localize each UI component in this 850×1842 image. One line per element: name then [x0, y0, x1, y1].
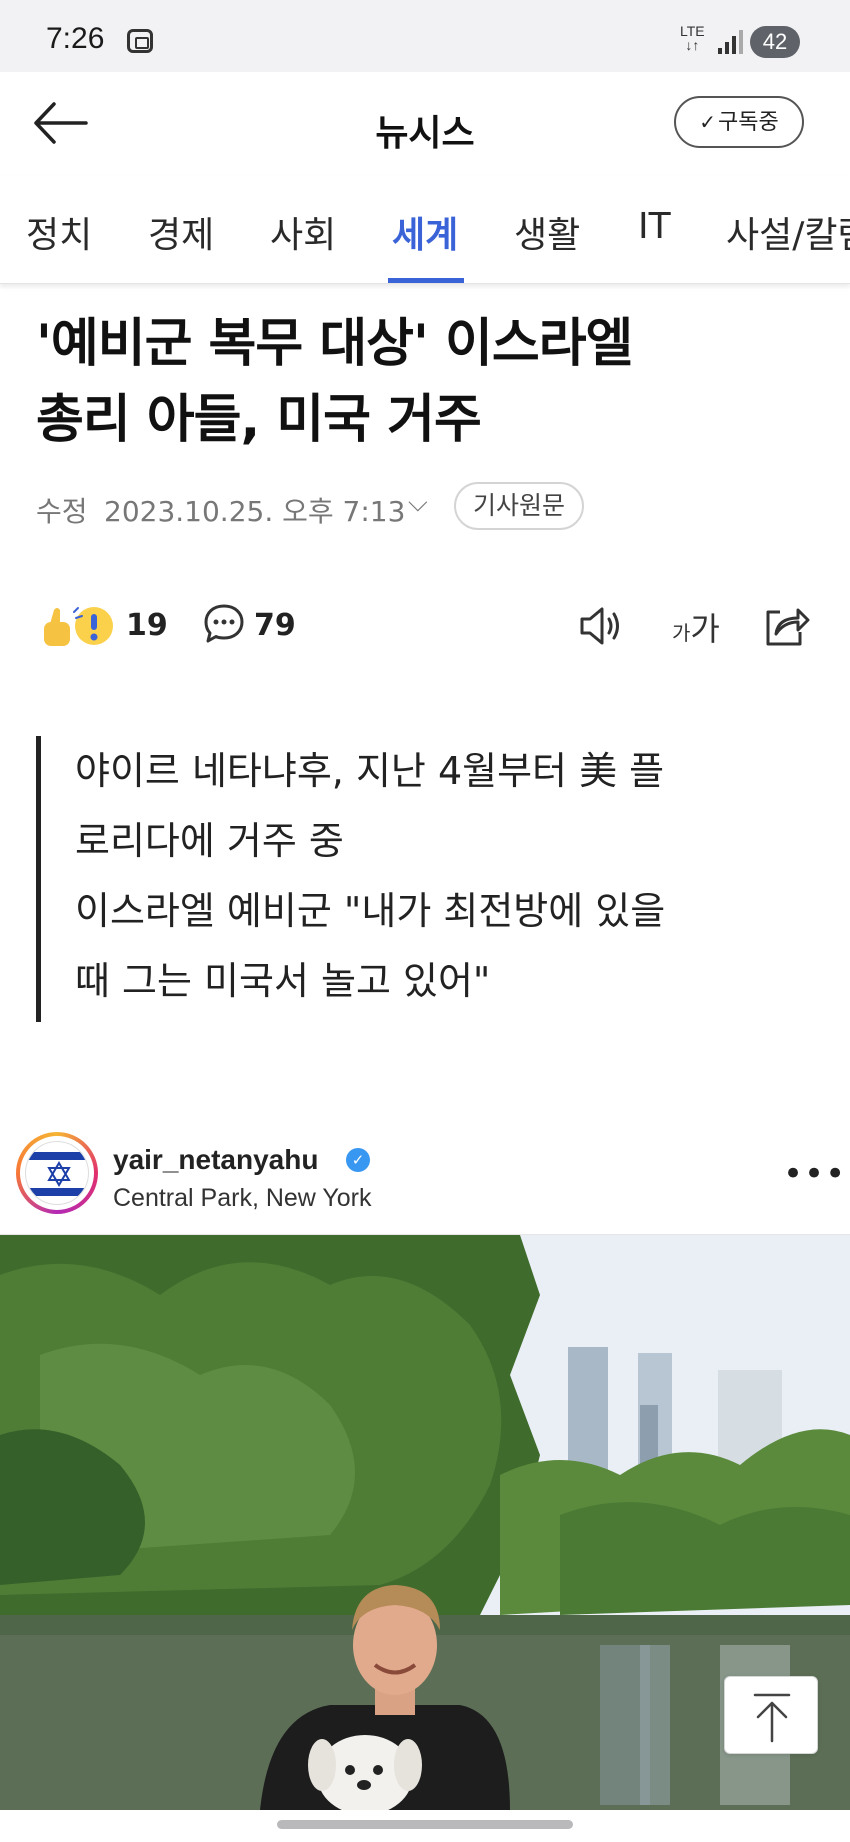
- screen-capture-icon: [127, 29, 153, 53]
- original-article-button[interactable]: 기사원문: [454, 482, 584, 530]
- category-tabs: 정치 경제 사회 세계 생활 IT 사설/칼럼: [0, 176, 850, 284]
- share-icon[interactable]: [762, 602, 810, 648]
- verified-badge-icon: ✓: [346, 1148, 370, 1172]
- tab-politics[interactable]: 정치: [26, 206, 92, 258]
- reaction-emoji-icon[interactable]: [40, 604, 116, 650]
- subscribe-label: 구독중: [718, 110, 779, 135]
- subscribe-button[interactable]: ✓구독중: [674, 96, 804, 148]
- status-time: 7:26: [46, 22, 105, 55]
- instagram-post-header: yair_netanyahu ✓ Central Park, New York …: [0, 1132, 850, 1236]
- tab-world[interactable]: 세계: [392, 206, 458, 258]
- israel-flag-icon: [25, 1141, 89, 1205]
- article-summary: 야이르 네타냐후, 지난 4월부터 美 플 로리다에 거주 중 이스라엘 예비군…: [36, 736, 826, 1022]
- post-location[interactable]: Central Park, New York: [113, 1184, 371, 1213]
- star-of-david-icon: [47, 1161, 71, 1187]
- summary-line: 때 그는 미국서 놀고 있어": [75, 959, 491, 1003]
- app-header: 뉴시스 ✓구독중: [0, 72, 850, 176]
- status-bar: 7:26 LTE ↓↑ 42: [0, 0, 850, 72]
- comment-count: 79: [254, 608, 296, 643]
- tab-society[interactable]: 사회: [270, 206, 336, 258]
- reaction-count: 19: [126, 608, 168, 643]
- check-icon: ✓: [699, 110, 717, 134]
- reaction-toolbar: 19 79 가가: [36, 596, 826, 656]
- active-tab-indicator: [388, 278, 464, 283]
- signal-icon: [718, 28, 744, 54]
- comment-icon[interactable]: [202, 602, 246, 646]
- battery-indicator: 42: [750, 26, 800, 58]
- article-meta: 수정 2023.10.25. 오후 7:13 ⌵ 기사원문: [36, 482, 816, 532]
- avatar[interactable]: [16, 1132, 98, 1214]
- headline-line: '예비군 복무 대상' 이스라엘: [36, 314, 633, 374]
- summary-line: 야이르 네타냐후, 지난 4월부터 美 플: [75, 749, 665, 793]
- park-photo: [0, 1235, 850, 1810]
- tab-economy[interactable]: 경제: [148, 206, 214, 258]
- tab-life[interactable]: 생활: [514, 206, 580, 258]
- modified-label: 수정: [36, 495, 88, 528]
- speaker-icon[interactable]: [578, 604, 626, 648]
- chevron-down-icon[interactable]: ⌵: [408, 488, 428, 519]
- summary-line: 로리다에 거주 중: [75, 819, 344, 863]
- font-size-small: 가: [672, 621, 691, 645]
- post-username[interactable]: yair_netanyahu: [113, 1144, 318, 1176]
- article-headline: '예비군 복무 대상' 이스라엘 총리 아들, 미국 거주: [36, 306, 826, 458]
- more-options-icon[interactable]: •••: [783, 1154, 846, 1194]
- summary-line: 이스라엘 예비군 "내가 최전방에 있을: [75, 889, 666, 933]
- article-date: 2023.10.25. 오후 7:13: [104, 495, 406, 528]
- post-photo: [0, 1235, 850, 1810]
- scroll-to-top-button[interactable]: [724, 1676, 818, 1754]
- home-indicator[interactable]: [277, 1820, 573, 1829]
- font-size-button[interactable]: 가가: [672, 604, 720, 650]
- headline-line: 총리 아들, 미국 거주: [36, 390, 482, 450]
- font-size-large: 가: [690, 610, 720, 648]
- network-type: LTE ↓↑: [680, 23, 705, 53]
- arrow-up-icon: [753, 1693, 791, 1743]
- tab-editorial[interactable]: 사설/칼럼: [726, 206, 850, 258]
- tab-it[interactable]: IT: [638, 206, 671, 247]
